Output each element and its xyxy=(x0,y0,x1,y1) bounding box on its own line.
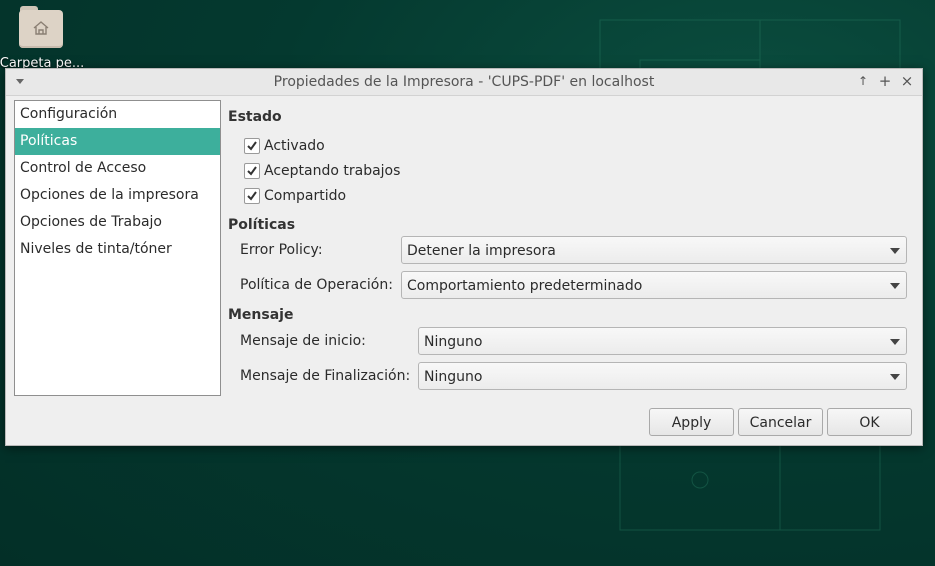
printer-properties-dialog: Propiedades de la Impresora - 'CUPS-PDF'… xyxy=(5,68,923,446)
chevron-down-icon xyxy=(890,248,900,254)
apply-button[interactable]: Apply xyxy=(649,408,734,436)
operation-policy-value: Comportamiento predeterminado xyxy=(407,278,643,294)
sidebar-item-opciones-trabajo[interactable]: Opciones de Trabajo xyxy=(15,209,220,236)
error-policy-select[interactable]: Detener la impresora xyxy=(401,236,907,264)
checkbox-label: Activado xyxy=(264,138,325,154)
close-button[interactable]: × xyxy=(900,74,914,89)
checkbox-label: Aceptando trabajos xyxy=(264,163,401,179)
titlebar: Propiedades de la Impresora - 'CUPS-PDF'… xyxy=(6,69,922,96)
error-policy-value: Detener la impresora xyxy=(407,243,556,259)
start-banner-select[interactable]: Ninguno xyxy=(418,327,907,355)
start-banner-label: Mensaje de inicio: xyxy=(240,333,366,349)
section-title-mensaje: Mensaje xyxy=(228,307,294,323)
check-icon xyxy=(247,141,257,151)
keep-above-button[interactable]: ↑ xyxy=(856,74,870,88)
checkbox-label: Compartido xyxy=(264,188,347,204)
checkbox-box[interactable] xyxy=(244,188,260,204)
chevron-down-icon xyxy=(890,339,900,345)
section-title-estado: Estado xyxy=(228,109,282,125)
chevron-down-icon xyxy=(890,283,900,289)
sidebar-item-opciones-impresora[interactable]: Opciones de la impresora xyxy=(15,182,220,209)
sidebar-item-niveles-tinta[interactable]: Niveles de tinta/tóner xyxy=(15,236,220,263)
sidebar-item-configuracion[interactable]: Configuración xyxy=(15,101,220,128)
section-title-politicas: Políticas xyxy=(228,217,296,233)
ok-button[interactable]: OK xyxy=(827,408,912,436)
cancel-button[interactable]: Cancelar xyxy=(738,408,823,436)
error-policy-label: Error Policy: xyxy=(240,242,323,258)
home-icon xyxy=(33,21,49,35)
operation-policy-label: Política de Operación: xyxy=(240,277,393,293)
checkbox-box[interactable] xyxy=(244,138,260,154)
check-icon xyxy=(247,166,257,176)
chevron-down-icon xyxy=(890,374,900,380)
operation-policy-select[interactable]: Comportamiento predeterminado xyxy=(401,271,907,299)
sidebar-item-control-acceso[interactable]: Control de Acceso xyxy=(15,155,220,182)
end-banner-value: Ninguno xyxy=(424,369,483,385)
check-icon xyxy=(247,191,257,201)
sidebar-item-politicas[interactable]: Políticas xyxy=(15,128,220,155)
start-banner-value: Ninguno xyxy=(424,334,483,350)
end-banner-label: Mensaje de Finalización: xyxy=(240,368,411,384)
maximize-button[interactable]: + xyxy=(878,74,892,89)
sidebar-list: Configuración Políticas Control de Acces… xyxy=(14,100,221,396)
end-banner-select[interactable]: Ninguno xyxy=(418,362,907,390)
window-title: Propiedades de la Impresora - 'CUPS-PDF'… xyxy=(273,74,655,90)
home-folder-shortcut[interactable]: Carpeta pe... xyxy=(0,4,92,71)
checkbox-box[interactable] xyxy=(244,163,260,179)
folder-icon xyxy=(19,4,63,48)
